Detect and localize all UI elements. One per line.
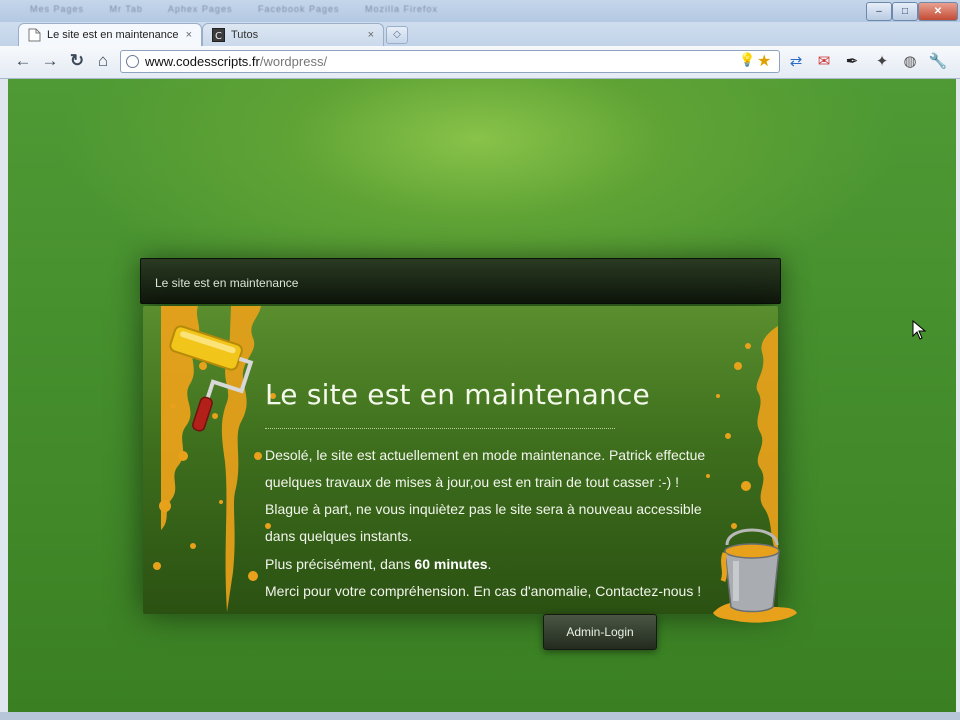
globe-icon	[126, 55, 139, 68]
site-favicon-icon: C	[212, 28, 225, 42]
back-icon[interactable]: ←	[12, 50, 34, 72]
tab-label: Le site est en maintenance	[47, 29, 179, 41]
message-line: quelques travaux de mises à jour,ou est …	[265, 474, 679, 490]
background-tab: Facebook Pages	[257, 4, 340, 14]
page-icon	[28, 28, 41, 42]
paint-roller-icon	[169, 325, 254, 432]
tab-tutos[interactable]: C Tutos ×	[202, 23, 384, 46]
message-line: Desolé, le site est actuellement en mode…	[265, 447, 706, 463]
message-line: dans quelques instants.	[265, 528, 413, 544]
window-bottom-border	[0, 712, 960, 720]
minimize-button[interactable]: –	[866, 2, 892, 21]
lightbulb-icon[interactable]: 💡	[739, 52, 755, 68]
tab-close-icon[interactable]: ×	[186, 24, 192, 46]
title-divider	[265, 428, 615, 429]
background-tab: Mr Tab	[109, 4, 143, 14]
duration-suffix: .	[487, 556, 492, 572]
globe-icon[interactable]: ◍	[900, 52, 920, 72]
url-path: /wordpress/	[259, 54, 328, 69]
tab-label: Tutos	[231, 29, 259, 41]
address-bar[interactable]: www.codesscripts.fr/wordpress/ 💡 ★	[120, 50, 780, 73]
duration-prefix: Plus précisément, dans	[265, 556, 415, 572]
tab-close-icon[interactable]: ×	[368, 24, 374, 46]
reload-icon[interactable]: ↻	[66, 50, 88, 72]
browser-toolbar: ← → ↻ ⌂ www.codesscripts.fr/wordpress/ 💡…	[0, 46, 960, 79]
background-tab: Aphex Pages	[167, 4, 233, 14]
ink-icon[interactable]: ✒	[842, 52, 862, 72]
home-icon[interactable]: ⌂	[92, 50, 114, 72]
new-tab-button[interactable]: ◇	[386, 26, 408, 44]
background-window-tabs: Mes Pages Mr Tab Aphex Pages Facebook Pa…	[30, 4, 460, 14]
translate-icon[interactable]: ⇄	[786, 52, 806, 72]
tab-strip: Le site est en maintenance × C Tutos × ◇	[0, 22, 960, 46]
puzzle-icon[interactable]: ✦	[872, 52, 892, 72]
window-title-bar: Mes Pages Mr Tab Aphex Pages Facebook Pa…	[0, 0, 960, 22]
contact-line: Merci pour votre compréhension. En cas d…	[265, 583, 702, 599]
url-text[interactable]: www.codesscripts.fr/wordpress/	[145, 54, 327, 69]
svg-text:C: C	[215, 31, 222, 42]
background-tab: Mes Pages	[30, 4, 85, 14]
paint-bucket-icon	[713, 528, 797, 623]
message-line: Blague à part, ne vous inquiètez pas le …	[265, 501, 702, 517]
close-window-button[interactable]: ✕	[918, 2, 958, 21]
maximize-button[interactable]: □	[892, 2, 918, 21]
duration-line: Plus précisément, dans 60 minutes.	[265, 556, 491, 572]
panel-header-title: Le site est en maintenance	[155, 276, 299, 290]
forward-icon[interactable]: →	[39, 50, 61, 72]
admin-login-button[interactable]: Admin-Login	[543, 614, 657, 650]
url-host: www.codesscripts.fr	[145, 54, 260, 69]
wrench-icon[interactable]: 🔧	[928, 52, 948, 72]
tab-maintenance[interactable]: Le site est en maintenance ×	[18, 23, 202, 46]
bookmark-star-icon[interactable]: ★	[757, 51, 771, 71]
maintenance-panel-header: Le site est en maintenance	[140, 258, 781, 304]
gmail-icon[interactable]: ✉	[814, 52, 834, 72]
background-tab: Mozilla Firefox	[365, 4, 439, 14]
duration-value: 60 minutes	[414, 556, 488, 572]
mouse-cursor-icon	[912, 320, 926, 340]
content-title: Le site est en maintenance	[265, 378, 650, 411]
